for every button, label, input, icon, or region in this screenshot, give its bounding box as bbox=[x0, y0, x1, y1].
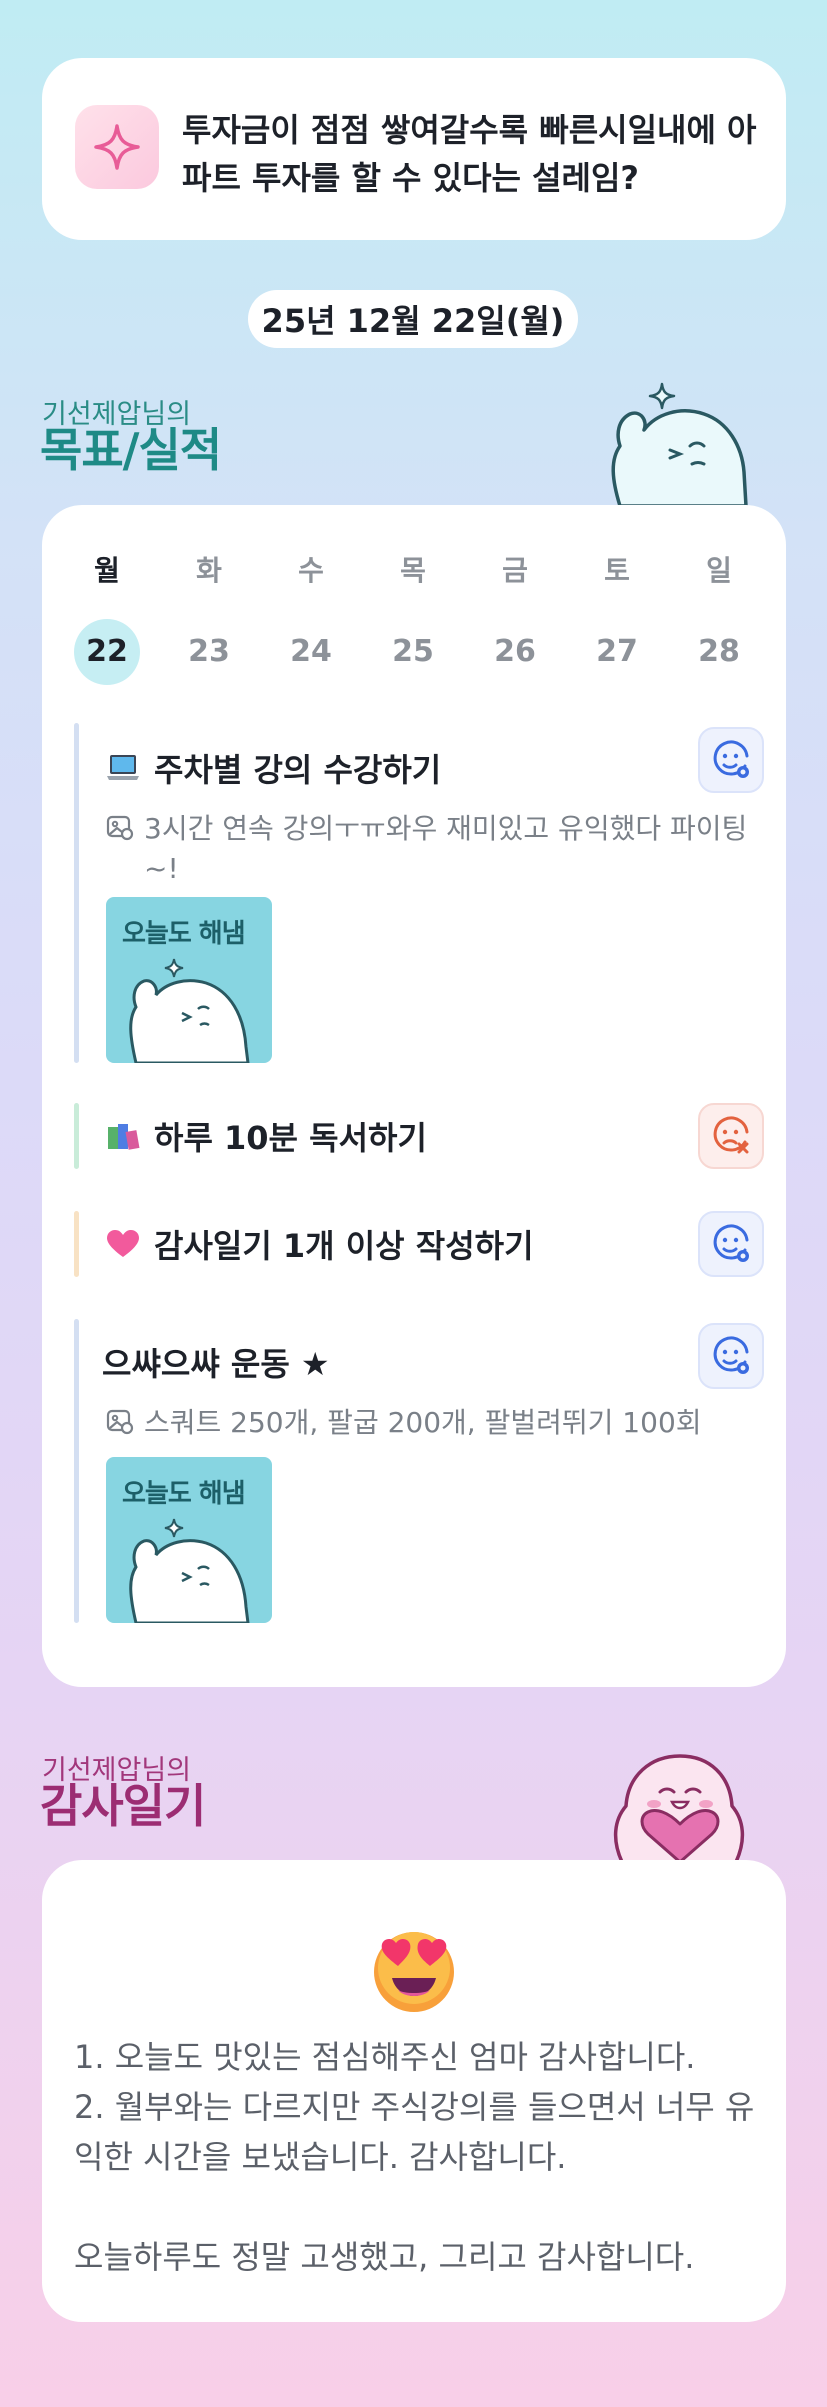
goal-color-bar bbox=[74, 723, 79, 1063]
pink-mascot-icon bbox=[613, 1754, 745, 1862]
day-column-sat[interactable]: 토 27 bbox=[582, 551, 652, 685]
motivation-text: 투자금이 점점 쌓여갈수록 빠른시일내에 아파트 투자를 할 수 있다는 설레임… bbox=[182, 111, 757, 197]
status-good-button[interactable] bbox=[698, 1323, 764, 1389]
image-note-icon bbox=[106, 1407, 134, 1447]
teal-mascot-icon bbox=[611, 382, 748, 506]
photo-mascot-icon bbox=[129, 1518, 250, 1623]
heart-emoji-icon bbox=[106, 1229, 140, 1259]
day-column-wed[interactable]: 수 24 bbox=[276, 551, 346, 685]
photo-mascot-icon bbox=[129, 958, 250, 1063]
day-column-thu[interactable]: 목 25 bbox=[378, 551, 448, 685]
day-number: 25 bbox=[392, 634, 434, 669]
status-good-button[interactable] bbox=[698, 727, 764, 793]
goal-title-row: 하루 10분 독서하기 bbox=[106, 1113, 427, 1159]
gratitude-text: 1. 오늘도 맛있는 점심해주신 엄마 감사합니다. 2. 월부와는 다르지만 … bbox=[74, 2038, 755, 2276]
day-name: 화 bbox=[196, 554, 222, 587]
goal-photo[interactable]: 오늘도 해냄 bbox=[106, 1457, 272, 1623]
goal-photo[interactable]: 오늘도 해냄 bbox=[106, 897, 272, 1063]
goals-card: 월 22 화 23 수 24 목 25 금 26 토 27 일 28 주차별 강… bbox=[42, 505, 786, 1687]
day-column-sun[interactable]: 일 28 bbox=[684, 551, 754, 685]
goal-note: 스쿼트 250개, 팔굽 200개, 팔벌려뛰기 100회 bbox=[106, 1403, 756, 1447]
day-name: 금 bbox=[502, 554, 528, 587]
goal-title-row: 으쌰으쌰 운동 ★ bbox=[102, 1339, 330, 1385]
goal-title-row: 감사일기 1개 이상 작성하기 bbox=[106, 1221, 534, 1267]
goal-title-row: 주차별 강의 수강하기 bbox=[106, 745, 441, 791]
status-bad-button[interactable] bbox=[698, 1103, 764, 1169]
gratitude-card: 1. 오늘도 맛있는 점심해주신 엄마 감사합니다. 2. 월부와는 다르지만 … bbox=[42, 1860, 786, 2322]
goal-note-text: 스쿼트 250개, 팔굽 200개, 팔벌려뛰기 100회 bbox=[144, 1406, 702, 1439]
goal-item: 주차별 강의 수강하기 3시간 연속 강의ㅜㅠ와우 재미있고 유익했다 파이팅~… bbox=[74, 723, 764, 1063]
goal-title: 하루 10분 독서하기 bbox=[154, 1119, 427, 1157]
goal-title: 주차별 강의 수강하기 bbox=[154, 751, 442, 789]
day-number: 26 bbox=[494, 634, 536, 669]
day-number: 27 bbox=[596, 634, 638, 669]
heart-eyes-emoji-icon bbox=[374, 1932, 454, 2012]
date-selector[interactable]: 25년 12월 22일(월) bbox=[248, 290, 578, 348]
goal-note-text: 3시간 연속 강의ㅜㅠ와우 재미있고 유익했다 파이팅~! bbox=[144, 812, 748, 885]
goal-item: 감사일기 1개 이상 작성하기 bbox=[74, 1211, 764, 1277]
day-name: 월 bbox=[94, 554, 120, 587]
goals-section-title: 목표/실적 bbox=[40, 423, 222, 477]
goal-item: 으쌰으쌰 운동 ★ 스쿼트 250개, 팔굽 200개, 팔벌려뛰기 100회 bbox=[74, 1319, 764, 1623]
books-emoji-icon bbox=[106, 1121, 140, 1151]
sparkle-icon bbox=[75, 105, 159, 189]
goal-title: 으쌰으쌰 운동 ★ bbox=[102, 1345, 330, 1383]
motivation-card: 투자금이 점점 쌓여갈수록 빠른시일내에 아파트 투자를 할 수 있다는 설레임… bbox=[42, 58, 786, 240]
goal-color-bar bbox=[74, 1103, 79, 1169]
day-column-fri[interactable]: 금 26 bbox=[480, 551, 550, 685]
day-name: 일 bbox=[706, 554, 732, 587]
gratitude-section-title: 감사일기 bbox=[40, 1779, 206, 1833]
goal-item: 하루 10분 독서하기 bbox=[74, 1103, 764, 1169]
day-number: 28 bbox=[698, 634, 740, 669]
goal-title: 감사일기 1개 이상 작성하기 bbox=[154, 1227, 534, 1265]
laptop-emoji-icon bbox=[106, 753, 140, 783]
goal-color-bar bbox=[74, 1211, 79, 1277]
goal-note: 3시간 연속 강의ㅜㅠ와우 재미있고 유익했다 파이팅~! bbox=[106, 809, 756, 889]
day-number: 24 bbox=[290, 634, 332, 669]
day-number: 23 bbox=[188, 634, 230, 669]
goal-color-bar bbox=[74, 1319, 79, 1623]
image-note-icon bbox=[106, 813, 134, 889]
day-name: 토 bbox=[604, 554, 630, 587]
day-name: 수 bbox=[298, 554, 324, 587]
status-good-button[interactable] bbox=[698, 1211, 764, 1277]
day-column-mon[interactable]: 월 22 bbox=[72, 551, 142, 685]
day-column-tue[interactable]: 화 23 bbox=[174, 551, 244, 685]
day-name: 목 bbox=[400, 554, 426, 587]
day-number-selected: 22 bbox=[74, 619, 140, 685]
